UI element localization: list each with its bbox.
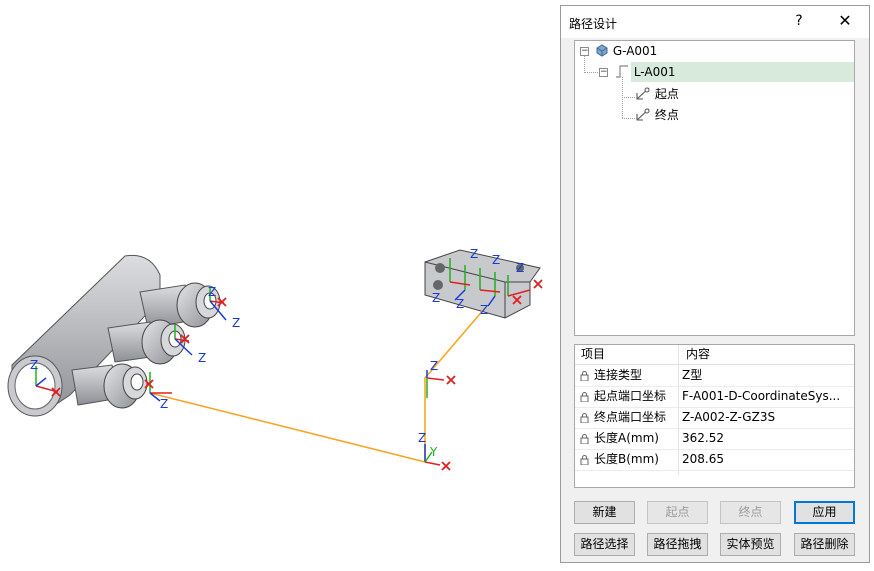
route-tree[interactable]: − G-A001 − L-A001 起点 终点 xyxy=(574,40,855,336)
lock-icon xyxy=(580,434,589,444)
route-line[interactable] xyxy=(149,307,486,464)
axis-label-y: Y xyxy=(429,445,438,459)
route-drag-button[interactable]: 路径拖拽 xyxy=(647,533,708,556)
axis-label-z: Z xyxy=(160,397,168,411)
axis-label-z: Z xyxy=(232,316,240,330)
apply-button[interactable]: 应用 xyxy=(794,501,855,524)
axis-label-z: Z xyxy=(480,303,488,317)
axis-label-z: Z xyxy=(418,431,426,445)
property-value[interactable]: 208.65 xyxy=(682,449,854,470)
header-content: 内容 xyxy=(686,347,711,361)
pipe-group-icon xyxy=(596,44,608,57)
new-button[interactable]: 新建 xyxy=(574,501,635,524)
point-icon xyxy=(636,108,650,121)
tree-line-expander[interactable]: − xyxy=(599,68,608,77)
axis-label-z: Z xyxy=(516,261,524,275)
tree-root-node[interactable]: G-A001 xyxy=(595,41,657,61)
point-icon xyxy=(636,87,650,100)
property-value[interactable]: F-A001-D-CoordinateSys... xyxy=(682,386,854,407)
route-design-dialog: 路径设计 ? ✕ − G-A001 − L-A001 起点 终点 项目 内容 连… xyxy=(560,5,870,563)
nozzle-3[interactable] xyxy=(71,363,148,409)
property-key: 长度A(mm) xyxy=(594,431,659,445)
tree-connector xyxy=(584,56,585,71)
nozzle-2[interactable] xyxy=(107,319,186,365)
axis-label-z: Z xyxy=(198,351,206,365)
tree-point-end[interactable]: 终点 xyxy=(635,105,679,125)
tree-point-end-label: 终点 xyxy=(654,108,679,122)
axis-label-z: Z xyxy=(430,359,438,373)
end-point-button[interactable]: 终点 xyxy=(720,501,781,524)
property-key: 长度B(mm) xyxy=(594,452,659,466)
solid-preview-button[interactable]: 实体预览 xyxy=(720,533,781,556)
tree-line-label: L-A001 xyxy=(633,65,676,79)
axis-label-z: Z xyxy=(208,285,216,299)
coordinate-triad-corner-2 xyxy=(426,370,445,398)
dialog-titlebar[interactable]: 路径设计 ? ✕ xyxy=(561,6,869,38)
3d-viewport[interactable]: Z Z Z Z Z Z Z Z Z Z Z Z Z Y xyxy=(0,0,560,571)
property-key: 连接类型 xyxy=(594,368,643,382)
property-grid-header: 项目 内容 xyxy=(575,345,854,365)
lock-icon xyxy=(580,392,589,402)
route-select-button[interactable]: 路径选择 xyxy=(574,533,635,556)
property-row-length-a[interactable]: 长度A(mm) 362.52 xyxy=(575,428,854,450)
route-line-icon xyxy=(616,65,628,78)
tree-connector xyxy=(584,72,600,73)
tree-root-expander[interactable]: − xyxy=(580,47,589,56)
axis-label-z: Z xyxy=(456,297,464,311)
route-delete-button[interactable]: 路径删除 xyxy=(794,533,855,556)
axis-label-z: Z xyxy=(492,253,500,267)
tree-connector xyxy=(622,97,635,98)
property-value[interactable]: Z型 xyxy=(682,365,854,386)
tree-point-start[interactable]: 起点 xyxy=(635,84,679,104)
property-key: 终点端口坐标 xyxy=(594,410,667,424)
close-button[interactable]: ✕ xyxy=(833,11,857,31)
tree-root-label: G-A001 xyxy=(612,44,658,58)
start-point-button[interactable]: 起点 xyxy=(647,501,708,524)
lock-icon xyxy=(580,455,589,465)
help-button[interactable]: ? xyxy=(789,11,809,31)
lock-icon xyxy=(580,371,589,381)
axis-label-z: Z xyxy=(470,247,478,261)
property-value[interactable]: Z-A002-Z-GZ3S xyxy=(682,407,854,428)
tree-line-node[interactable]: L-A001 xyxy=(614,62,675,82)
property-row-end-port[interactable]: 终点端口坐标 Z-A002-Z-GZ3S xyxy=(575,407,854,429)
property-row-connection-type[interactable]: 连接类型 Z型 xyxy=(575,365,854,387)
header-item: 项目 xyxy=(581,347,606,361)
tree-point-start-label: 起点 xyxy=(654,87,679,101)
property-value[interactable]: 362.52 xyxy=(682,428,854,449)
axis-label-z: Z xyxy=(30,358,38,372)
property-grid[interactable]: 项目 内容 连接类型 Z型 起点端口坐标 F-A001-D-Coordinate… xyxy=(574,344,855,488)
axis-label-z: Z xyxy=(432,291,440,305)
tree-connector xyxy=(622,118,635,119)
property-row-start-port[interactable]: 起点端口坐标 F-A001-D-CoordinateSys... xyxy=(575,386,854,408)
scene-canvas[interactable]: Z Z Z Z Z Z Z Z Z Z Z Z Z Y xyxy=(0,0,560,571)
property-key: 起点端口坐标 xyxy=(594,389,667,403)
dialog-title: 路径设计 xyxy=(569,17,618,31)
property-row-length-b[interactable]: 长度B(mm) 208.65 xyxy=(575,449,854,471)
lock-icon xyxy=(580,413,589,423)
